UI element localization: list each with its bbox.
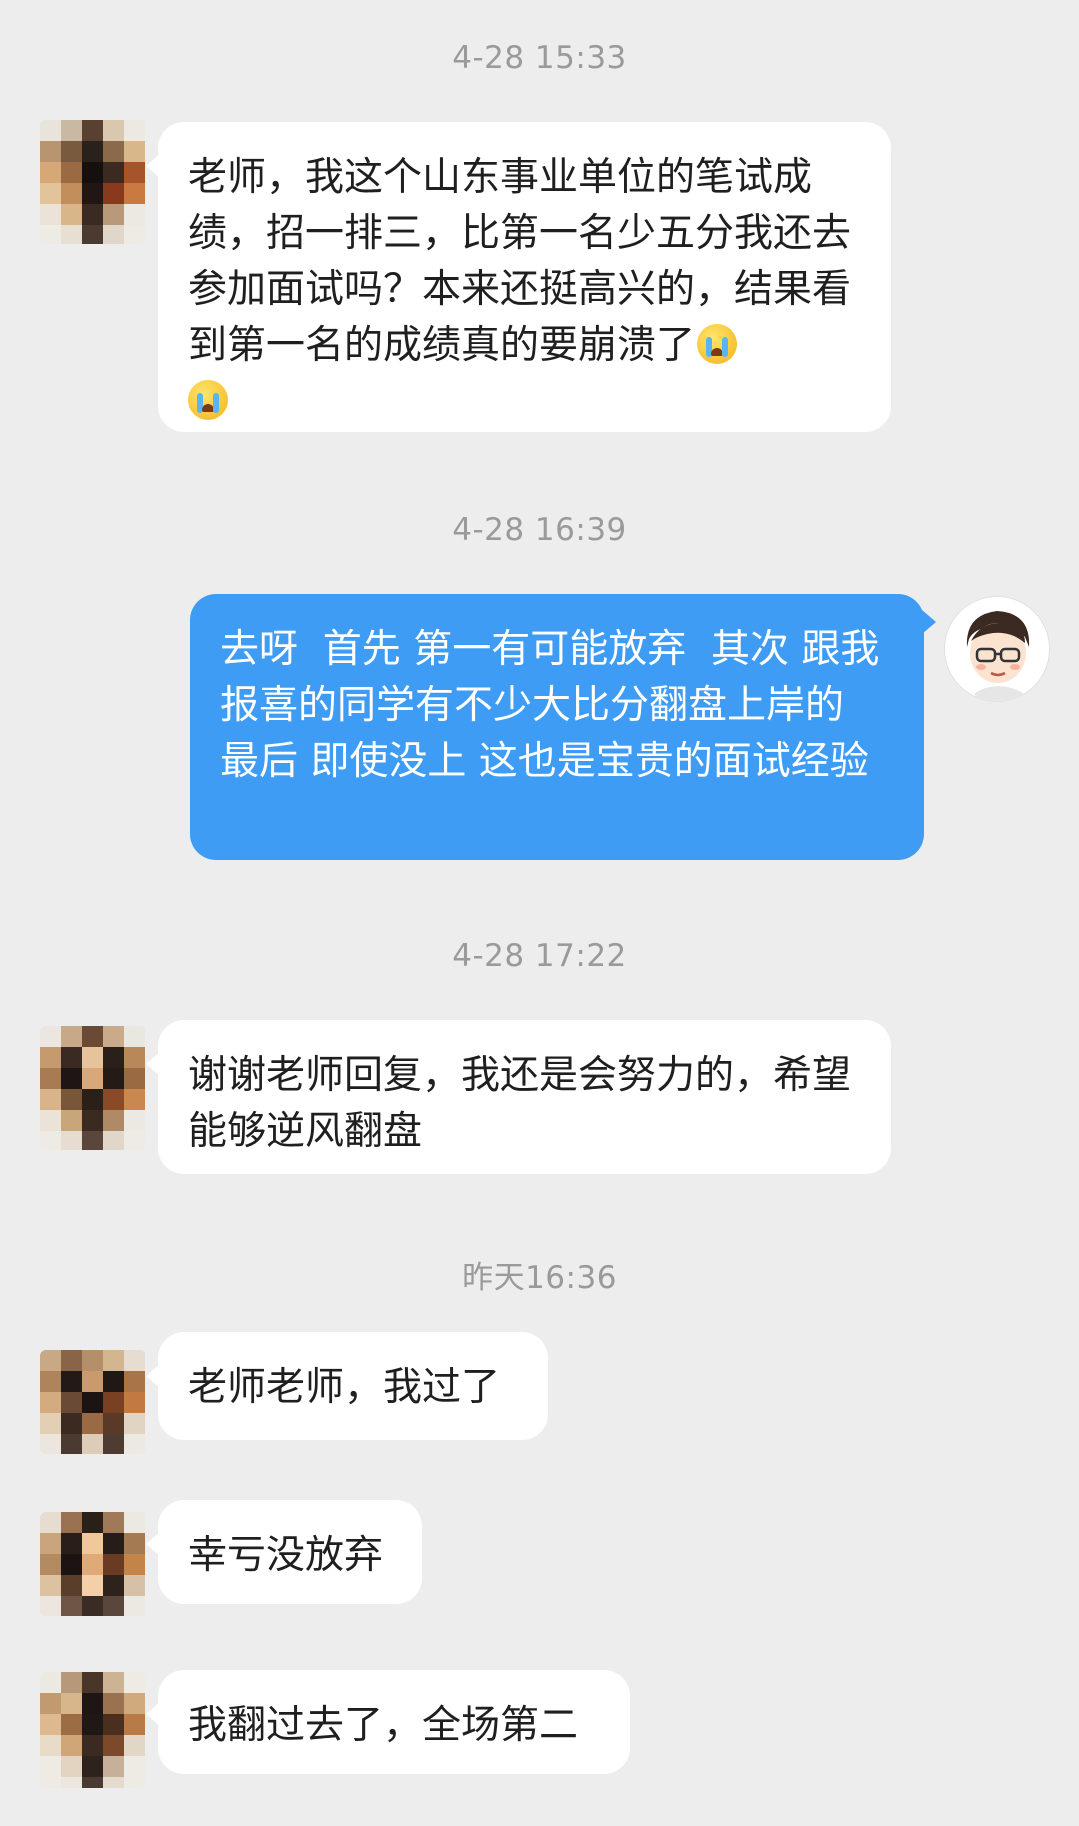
timestamp: 4-28 17:22 (452, 938, 627, 974)
message-bubble[interactable]: 我翻过去了，全场第二 (146, 1670, 630, 1774)
message-text: 我翻过去了，全场第二 (188, 1703, 579, 1748)
timestamp: 4-28 15:33 (452, 40, 627, 76)
teacher-avatar-icon (945, 597, 1049, 701)
crying-face-icon (188, 380, 228, 420)
avatar[interactable] (40, 120, 146, 244)
message-bubble[interactable]: 老师，我这个山东事业单位的笔试成绩，招一排三，比第一名少五分我还去参加面试吗？本… (146, 122, 891, 432)
timestamp: 昨天16:36 (462, 1260, 617, 1296)
avatar[interactable] (40, 1350, 146, 1454)
avatar[interactable] (40, 1026, 146, 1150)
avatar[interactable] (944, 596, 1050, 702)
message-bubble[interactable]: 幸亏没放弃 (146, 1500, 422, 1604)
avatar[interactable] (40, 1672, 146, 1788)
message-text: 老师，我这个山东事业单位的笔试成绩，招一排三，比第一名少五分我还去参加面试吗？本… (188, 155, 852, 368)
message-text: 谢谢老师回复，我还是会努力的，希望能够逆风翻盘 (188, 1053, 852, 1154)
message-bubble[interactable]: 老师老师，我过了 (146, 1332, 548, 1440)
message-bubble-outgoing[interactable]: 去呀 首先 第一有可能放弃 其次 跟我报喜的同学有不少大比分翻盘上岸的 最后 即… (190, 594, 936, 860)
avatar[interactable] (40, 1512, 146, 1616)
crying-face-icon (697, 324, 738, 364)
message-text: 老师老师，我过了 (188, 1365, 501, 1410)
timestamp: 4-28 16:39 (452, 512, 627, 548)
message-text: 幸亏没放弃 (188, 1533, 384, 1578)
message-bubble[interactable]: 谢谢老师回复，我还是会努力的，希望能够逆风翻盘 (146, 1020, 891, 1174)
message-text: 去呀 首先 第一有可能放弃 其次 跟我报喜的同学有不少大比分翻盘上岸的 最后 即… (220, 627, 880, 784)
